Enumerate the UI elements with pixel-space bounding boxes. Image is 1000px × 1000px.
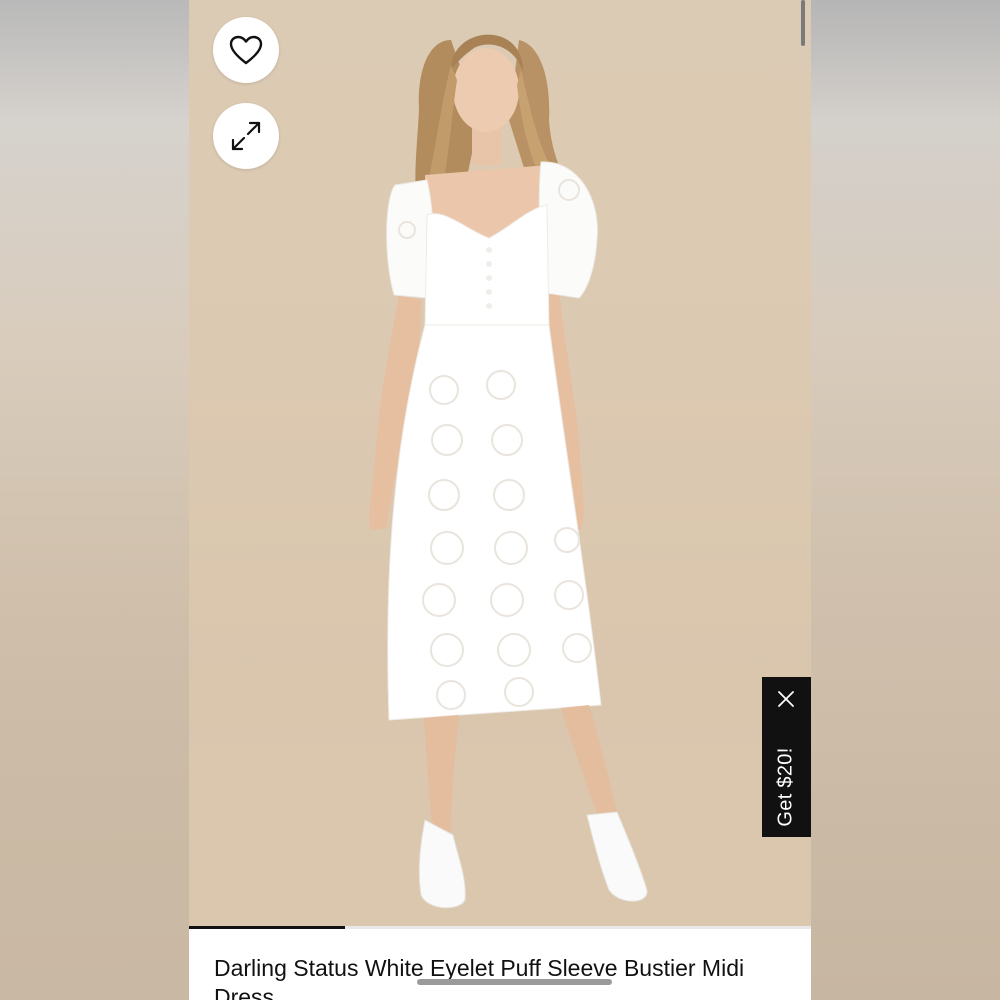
app-screen: Get $20! Darling Status White Eyelet Puf… [0, 0, 1000, 1000]
expand-image-button[interactable] [213, 103, 279, 169]
heart-outline-icon [229, 35, 263, 65]
scroll-indicator [801, 0, 805, 46]
promo-label[interactable]: Get $20! [775, 747, 798, 826]
blurred-backdrop-left [0, 0, 189, 1000]
home-indicator [417, 979, 612, 985]
product-image[interactable]: Get $20! [189, 0, 811, 928]
favorite-button[interactable] [213, 17, 279, 83]
gallery-progress-fill [189, 926, 345, 929]
promo-close-button[interactable] [774, 687, 798, 711]
blurred-backdrop-right [811, 0, 1000, 1000]
promo-tab[interactable]: Get $20! [762, 677, 811, 837]
gallery-progress [189, 926, 811, 929]
model-photo [369, 34, 648, 909]
phone-screen: Get $20! Darling Status White Eyelet Puf… [189, 0, 811, 1000]
expand-arrows-icon [231, 121, 261, 151]
product-title: Darling Status White Eyelet Puff Sleeve … [214, 955, 745, 1000]
close-icon [778, 691, 794, 707]
